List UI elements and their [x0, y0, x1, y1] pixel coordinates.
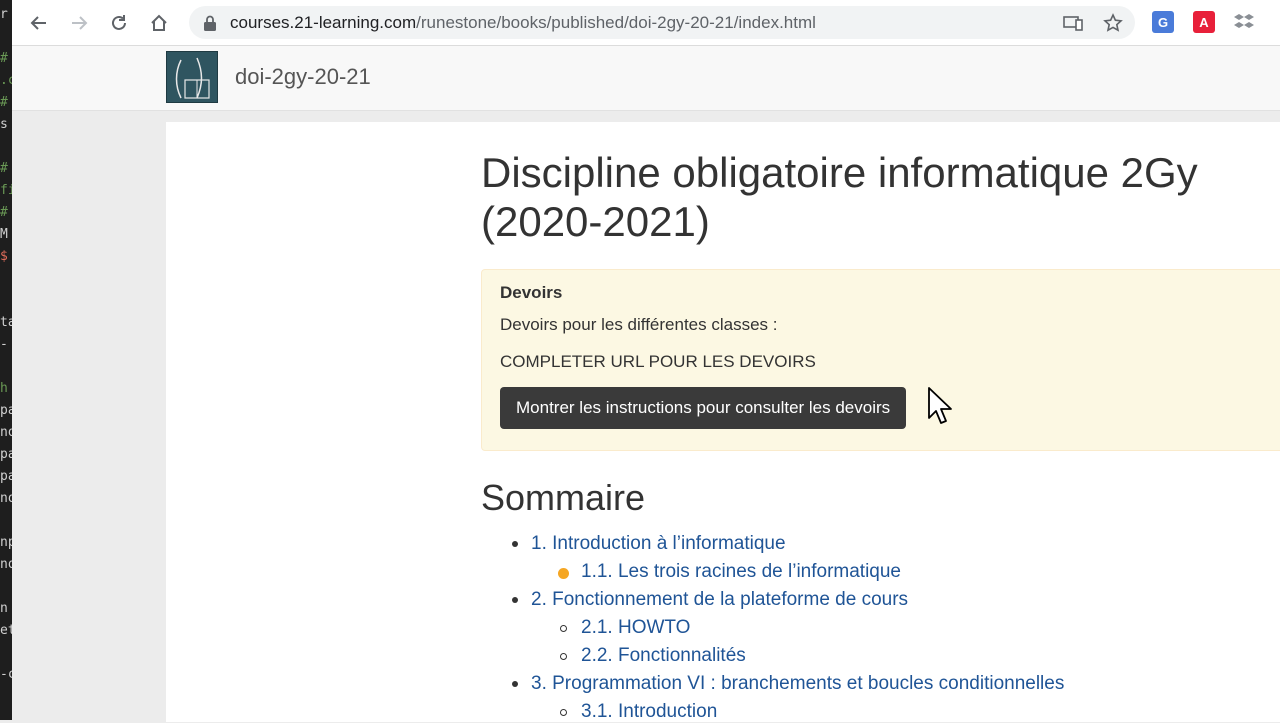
star-icon: [1103, 13, 1123, 32]
toc-link-1[interactable]: 1. Introduction à l’informatique: [531, 533, 786, 555]
translate-icon: G: [1157, 14, 1169, 30]
alert-text: Devoirs pour les différentes classes :: [500, 315, 778, 334]
list-bullet: [512, 681, 518, 687]
site-logo[interactable]: [166, 51, 218, 103]
url-text: courses.21-learning.com/runestone/books/…: [230, 13, 816, 33]
acrobat-icon: A: [1199, 14, 1209, 30]
cast-button[interactable]: [1062, 12, 1084, 34]
content-page: Discipline obligatoire informatique 2Gy …: [166, 122, 1280, 722]
url-path: /runestone/books/published/doi-2gy-20-21…: [416, 13, 816, 32]
dropbox-icon: [1234, 14, 1254, 28]
list-bullet: [512, 541, 518, 547]
list-circle-bullet: [560, 709, 567, 716]
toc-link-2-1[interactable]: 2.1. HOWTO: [581, 617, 690, 639]
home-button[interactable]: [145, 9, 173, 37]
background-terminal-window: r # .c # s # fi # M $ ta - h pa no pa pa…: [0, 0, 12, 720]
google-translate-extension[interactable]: G: [1152, 11, 1174, 33]
list-bullet: [512, 597, 518, 603]
toc-link-1-1[interactable]: 1.1. Les trois racines de l’informatique: [581, 561, 901, 583]
arrow-left-icon: [30, 16, 46, 30]
alert-title: Devoirs: [500, 283, 563, 302]
alert-url-placeholder: COMPLETER URL POUR LES DEVOIRS: [500, 352, 816, 371]
arrow-right-icon: [72, 16, 88, 30]
progress-dot-icon: [558, 568, 569, 579]
homework-alert-box: Devoirs Devoirs pour les différentes cla…: [481, 269, 1280, 451]
site-brand-title[interactable]: doi-2gy-20-21: [235, 64, 371, 90]
address-bar[interactable]: courses.21-learning.com/runestone/books/…: [189, 6, 1135, 39]
url-host: courses.21-learning.com: [230, 13, 417, 32]
dropbox-extension[interactable]: [1233, 11, 1255, 33]
list-circle-bullet: [560, 625, 567, 632]
mouse-cursor-icon: [928, 387, 952, 424]
site-navbar: doi-2gy-20-21: [12, 46, 1280, 111]
toc-link-2[interactable]: 2. Fonctionnement de la plateforme de co…: [531, 589, 908, 611]
page-title: Discipline obligatoire informatique 2Gy …: [481, 149, 1198, 245]
toc-link-2-2[interactable]: 2.2. Fonctionnalités: [581, 645, 746, 667]
show-homework-instructions-button[interactable]: Montrer les instructions pour consulter …: [500, 387, 907, 429]
lock-icon: [204, 15, 216, 31]
cast-device-icon: [1063, 16, 1083, 31]
forward-button[interactable]: [65, 9, 93, 37]
reload-button[interactable]: [105, 9, 133, 37]
home-icon: [151, 14, 167, 31]
toc-link-3[interactable]: 3. Programmation VI : branchements et bo…: [531, 673, 1064, 695]
acrobat-extension[interactable]: A: [1193, 11, 1215, 33]
back-button[interactable]: [25, 9, 53, 37]
book-logo-icon: [175, 57, 210, 99]
list-circle-bullet: [560, 653, 567, 660]
reload-icon: [112, 15, 126, 30]
toc-heading: Sommaire: [481, 477, 646, 518]
bookmark-button[interactable]: [1102, 12, 1124, 34]
browser-toolbar: courses.21-learning.com/runestone/books/…: [12, 0, 1280, 46]
